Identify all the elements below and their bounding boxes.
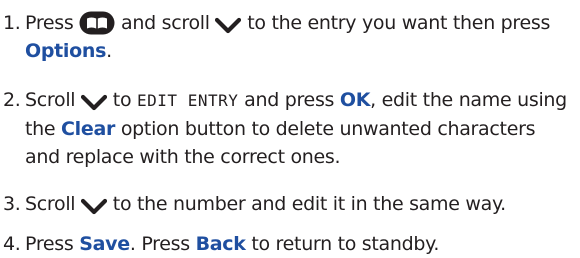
ok-keyword: OK bbox=[339, 89, 371, 111]
step-4: 4. Press Save. Press Back to return to s… bbox=[0, 230, 572, 258]
step-1: 1. Press and scroll to the entry you wan… bbox=[0, 9, 572, 65]
step-text: Scroll to the number and edit it in the … bbox=[25, 193, 506, 216]
scroll-down-chevron-icon bbox=[81, 196, 108, 216]
step-number: 3. bbox=[3, 193, 21, 215]
display-text-edit-entry: EDIT ENTRY bbox=[137, 91, 239, 110]
scroll-down-chevron-icon bbox=[215, 15, 242, 35]
step-text: Press Save. Press Back to return to stan… bbox=[25, 233, 440, 255]
options-keyword: Options bbox=[25, 40, 107, 62]
step-number: 4. bbox=[3, 233, 21, 255]
phonebook-key-icon bbox=[79, 11, 115, 35]
step-number: 1. bbox=[3, 12, 21, 34]
step-3: 3. Scroll to the number and edit it in t… bbox=[0, 190, 572, 218]
save-keyword: Save bbox=[79, 233, 130, 255]
clear-keyword: Clear bbox=[61, 118, 116, 140]
step-text: Scroll to EDIT ENTRY and press OK, edit … bbox=[25, 89, 567, 168]
step-number: 2. bbox=[3, 89, 21, 111]
back-keyword: Back bbox=[195, 233, 246, 255]
step-text: Press and scroll to the entry you want t… bbox=[25, 11, 551, 62]
scroll-down-chevron-icon bbox=[81, 92, 108, 112]
step-2: 2. Scroll to EDIT ENTRY and press OK, ed… bbox=[0, 86, 572, 171]
